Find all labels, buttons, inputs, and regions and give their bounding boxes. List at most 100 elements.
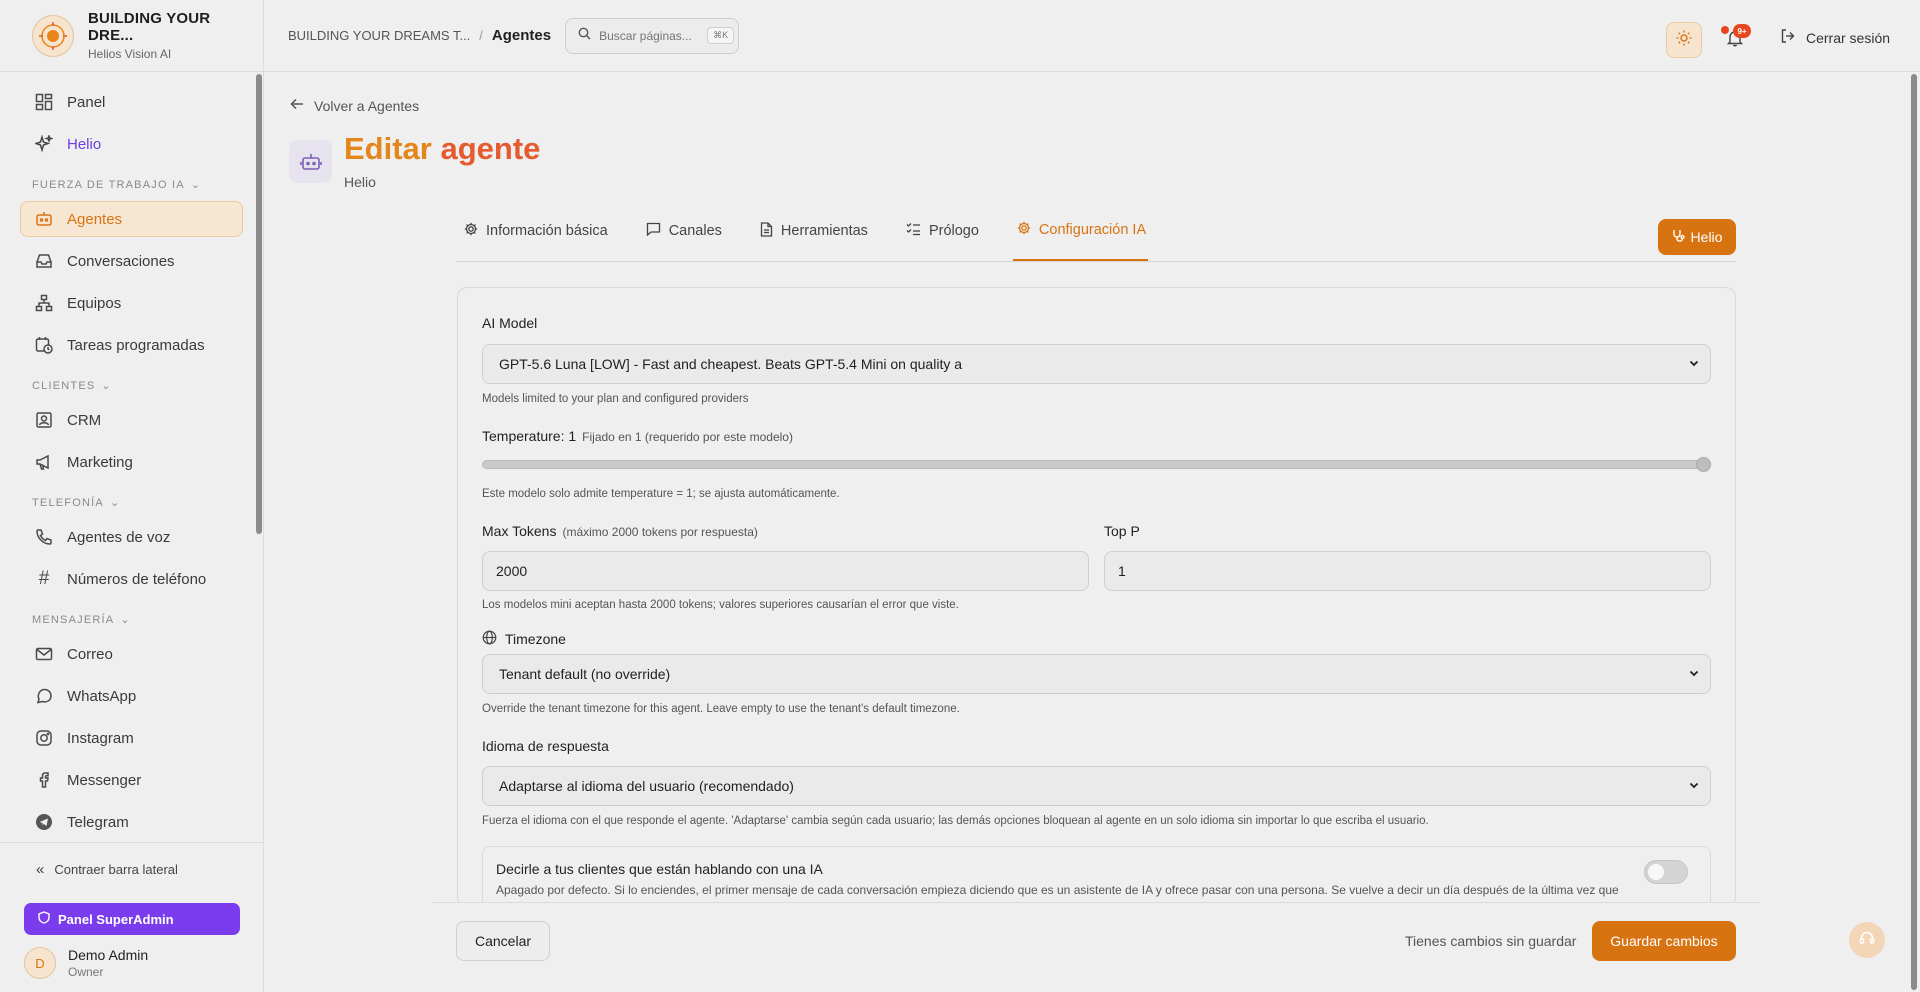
chevron-down-icon: ⌄ <box>190 179 202 191</box>
notifications-button[interactable]: 9+ <box>1721 24 1751 54</box>
inbox-icon <box>34 251 54 271</box>
avatar: D <box>24 947 56 979</box>
model-help: Models limited to your plan and configur… <box>482 393 749 405</box>
ai-config-card: AI Model GPT-5.6 Luna [LOW] - Fast and c… <box>457 287 1736 907</box>
sidebar: BUILDING YOUR DRE... Helios Vision AI Pa… <box>0 0 264 992</box>
chevron-down-icon: ⌄ <box>101 380 112 392</box>
chevrons-left-icon: « <box>36 860 45 878</box>
temperature-slider[interactable] <box>482 460 1711 469</box>
logout-label: Cerrar sesión <box>1806 29 1891 46</box>
search-input[interactable] <box>599 28 700 43</box>
hash-icon: # <box>38 568 50 589</box>
sidebar-item-label: Agentes de voz <box>67 528 171 546</box>
sidebar-item-panel[interactable]: Panel <box>20 84 243 120</box>
bot-icon <box>34 209 54 229</box>
cancel-button[interactable]: Cancelar <box>456 921 550 961</box>
sidebar-item-agentes[interactable]: Agentes <box>20 201 243 237</box>
logout-button[interactable]: Cerrar sesión <box>1780 28 1890 47</box>
temperature-label-text: Temperature: 1 <box>482 428 577 444</box>
max-tokens-note: (máximo 2000 tokens por respuesta) <box>562 525 758 539</box>
section-phone-toggle[interactable]: TELEFONÍA ⌄ <box>32 496 243 510</box>
brand[interactable]: BUILDING YOUR DRE... Helios Vision AI <box>0 0 263 72</box>
tab-tools[interactable]: Herramientas <box>756 219 870 261</box>
ai-disclosure-title: Decirle a tus clientes que están habland… <box>496 861 823 877</box>
section-label: FUERZA DE TRABAJO IA <box>32 178 185 191</box>
headset-icon <box>1859 930 1875 951</box>
temperature-slider-thumb[interactable] <box>1696 457 1711 472</box>
sidebar-item-label: Equipos <box>67 294 122 312</box>
sidebar-item-conversaciones[interactable]: Conversaciones <box>20 243 243 279</box>
model-select[interactable]: GPT-5.6 Luna [LOW] - Fast and cheapest. … <box>482 344 1711 384</box>
collapse-sidebar-button[interactable]: « Contraer barra lateral <box>24 853 240 885</box>
sidebar-item-label: Tareas programadas <box>67 336 205 354</box>
toggle-knob <box>1648 864 1664 880</box>
mail-icon <box>34 644 54 664</box>
sidebar-item-messenger[interactable]: Messenger <box>20 762 243 798</box>
breadcrumb-parent[interactable]: BUILDING YOUR DREAMS T... <box>288 28 470 43</box>
sidebar-item-crm[interactable]: CRM <box>20 402 243 438</box>
gear-icon <box>464 222 478 240</box>
sidebar-item-whatsapp[interactable]: WhatsApp <box>20 678 243 714</box>
tab-prologue[interactable]: Prólogo <box>902 219 981 261</box>
main-scrollbar[interactable] <box>1911 74 1917 990</box>
timezone-select[interactable]: Tenant default (no override) <box>482 654 1711 694</box>
sidebar-item-instagram[interactable]: Instagram <box>20 720 243 756</box>
language-help: Fuerza el idioma con el que responde el … <box>482 815 1429 827</box>
sidebar-item-label: Marketing <box>67 453 133 471</box>
contact-icon <box>34 410 54 430</box>
sidebar-item-equipos[interactable]: Equipos <box>20 285 243 321</box>
tab-label: Herramientas <box>780 223 868 239</box>
tab-label: Canales <box>668 223 722 239</box>
sidebar-item-helio[interactable]: Helio <box>20 126 243 162</box>
back-link[interactable]: Volver a Agentes <box>290 97 419 114</box>
save-button[interactable]: Guardar cambios <box>1592 921 1736 961</box>
org-chart-icon <box>34 293 54 313</box>
section-messaging-toggle[interactable]: MENSAJERÍA ⌄ <box>32 613 243 627</box>
search-box[interactable]: ⌘K <box>565 17 740 54</box>
sidebar-item-label: Números de teléfono <box>67 570 207 588</box>
max-tokens-input[interactable] <box>482 551 1089 591</box>
max-tokens-label-text: Max Tokens <box>482 523 557 539</box>
megaphone-icon <box>34 452 54 472</box>
sidebar-item-label: CRM <box>67 411 102 429</box>
helio-assistant-button[interactable]: Helio <box>1658 219 1736 255</box>
temperature-help: Este modelo solo admite temperature = 1;… <box>482 488 840 500</box>
sidebar-item-correo[interactable]: Correo <box>20 636 243 672</box>
page-title-part1: Editar <box>344 131 432 166</box>
tab-label: Prólogo <box>928 223 979 239</box>
sidebar-item-agentes-voz[interactable]: Agentes de voz <box>20 519 243 555</box>
tab-basic-info[interactable]: Información básica <box>460 219 610 261</box>
section-workforce-toggle[interactable]: FUERZA DE TRABAJO IA ⌄ <box>32 178 243 192</box>
sidebar-item-telegram[interactable]: Telegram <box>20 804 243 840</box>
shield-icon <box>38 911 50 927</box>
superadmin-panel-button[interactable]: Panel SuperAdmin <box>24 903 240 935</box>
chevron-down-icon: ⌄ <box>109 497 121 509</box>
top-p-input[interactable] <box>1104 551 1711 591</box>
ai-disclosure-toggle[interactable] <box>1644 860 1688 884</box>
tab-ai-config[interactable]: Configuración IA <box>1012 219 1149 261</box>
model-label: AI Model <box>482 315 538 331</box>
sidebar-item-tareas[interactable]: Tareas programadas <box>20 327 243 363</box>
timezone-help: Override the tenant timezone for this ag… <box>482 703 960 715</box>
sidebar-item-marketing[interactable]: Marketing <box>20 444 243 480</box>
support-chat-button[interactable] <box>1849 922 1885 958</box>
sidebar-item-numeros[interactable]: # Números de teléfono <box>20 561 243 597</box>
sidebar-item-label: Conversaciones <box>67 252 175 270</box>
search-shortcut: ⌘K <box>707 27 735 44</box>
notification-badge: 9+ <box>1733 24 1751 38</box>
user-profile[interactable]: D Demo Admin Owner <box>24 947 240 979</box>
sidebar-item-label: Panel <box>67 93 106 111</box>
theme-toggle-button[interactable] <box>1666 22 1702 58</box>
dashboard-icon <box>34 92 54 112</box>
section-label: TELEFONÍA <box>32 496 104 509</box>
checklist-icon <box>906 222 921 240</box>
collapse-sidebar-label: Contraer barra lateral <box>54 861 178 877</box>
instagram-icon <box>34 728 54 748</box>
tab-channels[interactable]: Canales <box>642 219 724 261</box>
sidebar-scrollbar[interactable] <box>256 74 262 534</box>
sidebar-item-label: Messenger <box>67 771 142 789</box>
helio-button-label: Helio <box>1690 229 1723 245</box>
section-clients-toggle[interactable]: CLIENTES ⌄ <box>32 379 243 393</box>
brand-name: BUILDING YOUR DRE... <box>88 10 211 44</box>
language-select[interactable]: Adaptarse al idioma del usuario (recomen… <box>482 766 1711 806</box>
